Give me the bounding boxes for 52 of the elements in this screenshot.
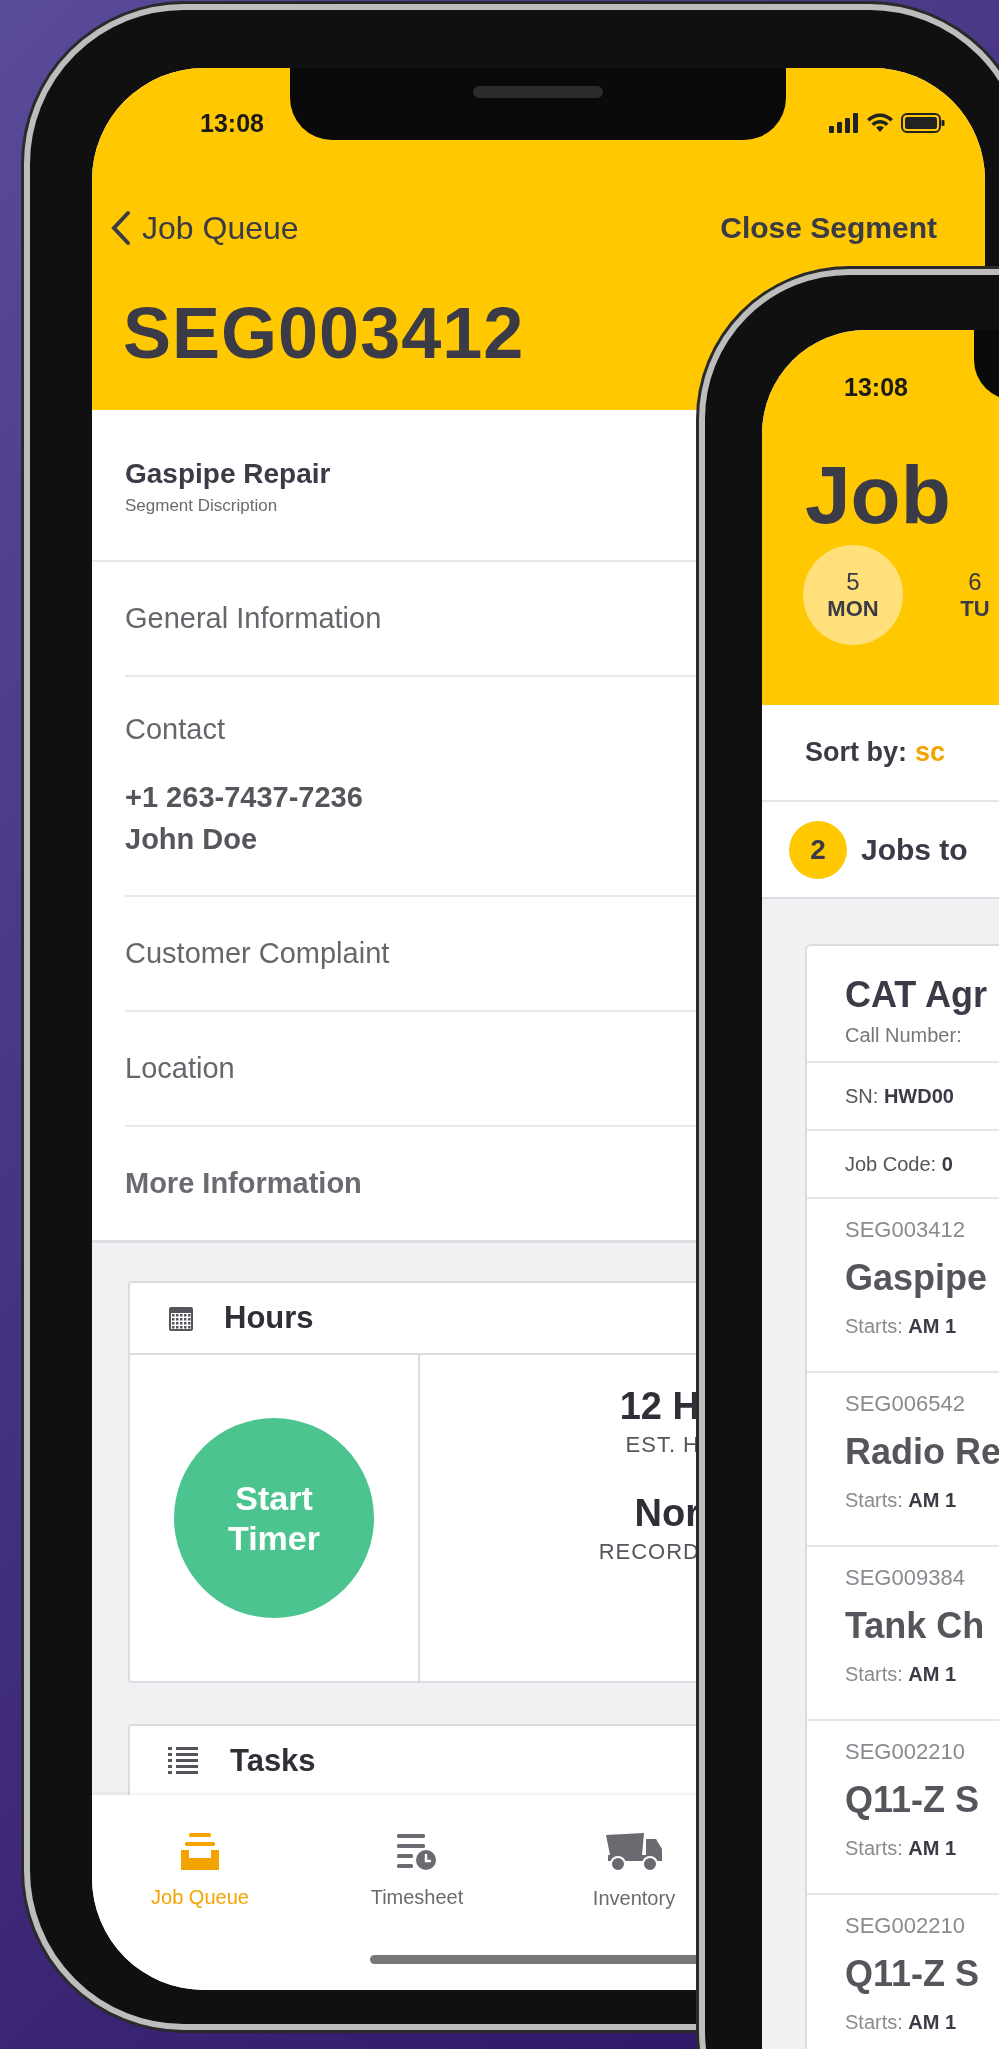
tab[interactable]: Timesheet bbox=[350, 1795, 484, 1945]
segment-id: SEG006542 bbox=[845, 1391, 966, 1417]
card-title: Tasks bbox=[230, 1743, 316, 1779]
segment-title[interactable]: Q11-Z S bbox=[845, 1779, 999, 1821]
signal-icon bbox=[829, 113, 859, 133]
segment-start: Starts: AM 1 bbox=[845, 1489, 958, 1512]
wifi-icon bbox=[866, 113, 894, 133]
back-icon bbox=[110, 210, 132, 246]
section-link[interactable]: General Information bbox=[125, 602, 382, 635]
dump-truck-icon bbox=[604, 1830, 664, 1873]
day-selector[interactable]: 5 MON bbox=[803, 545, 903, 645]
contact-phone[interactable]: +1 263-7437-7236 bbox=[125, 776, 363, 818]
section-link[interactable]: Location bbox=[125, 1052, 235, 1085]
serial-number: SN: HWD00 bbox=[845, 1084, 954, 1108]
segment-id: SEG009384 bbox=[845, 1565, 966, 1591]
stat-value: Nor bbox=[633, 1492, 700, 1535]
calendar-icon bbox=[168, 1304, 194, 1332]
count-badge: 2 bbox=[789, 820, 847, 879]
close-segment-button[interactable]: Close Segment bbox=[720, 211, 937, 245]
segment-title[interactable]: Tank Ch bbox=[845, 1605, 999, 1647]
battery-icon bbox=[901, 113, 945, 133]
section-label: Contact bbox=[125, 713, 226, 746]
jobs-heading: Jobs to bbox=[861, 832, 968, 867]
back-button[interactable]: Job Queue bbox=[110, 209, 299, 247]
segment-start: Starts: AM 1 bbox=[845, 1837, 958, 1860]
segment-start: Starts: AM 1 bbox=[845, 1315, 958, 1338]
call-number-label: Call Number: bbox=[845, 1024, 963, 1047]
day-selector[interactable]: 6 TU bbox=[925, 545, 999, 645]
segment-id: SEG002210 bbox=[845, 1739, 966, 1765]
segment-start: Starts: AM 1 bbox=[845, 2011, 958, 2034]
segment-title[interactable]: Gaspipe bbox=[845, 1257, 999, 1299]
segment-title: Gaspipe Repair bbox=[125, 458, 332, 490]
list-icon bbox=[168, 1746, 200, 1776]
page-title: SEG003412 bbox=[123, 297, 525, 369]
stat-label: RECORD bbox=[597, 1539, 700, 1565]
job-code: Job Code: 0 bbox=[845, 1152, 953, 1176]
status-time: 13:08 bbox=[844, 373, 908, 402]
sort-label: Sort by: bbox=[805, 737, 907, 768]
segment-start: Starts: AM 1 bbox=[845, 1663, 958, 1686]
status-time: 13:08 bbox=[200, 108, 264, 138]
segment-title[interactable]: Q11-Z S bbox=[845, 1953, 999, 1995]
tray-stack-icon bbox=[179, 1831, 221, 1872]
segment-id: SEG003412 bbox=[845, 1217, 966, 1243]
contact-name: John Doe bbox=[125, 822, 258, 857]
section-link[interactable]: Customer Complaint bbox=[125, 937, 390, 970]
job-title: CAT Agr bbox=[845, 974, 988, 1016]
tab[interactable]: Inventory bbox=[567, 1795, 701, 1945]
section-link[interactable]: More Information bbox=[125, 1167, 362, 1200]
segment-subtitle: Segment Discription bbox=[125, 496, 279, 516]
card-title: Hours bbox=[224, 1300, 314, 1336]
page-title: Job bbox=[805, 448, 951, 542]
segment-id: SEG002210 bbox=[845, 1913, 966, 1939]
